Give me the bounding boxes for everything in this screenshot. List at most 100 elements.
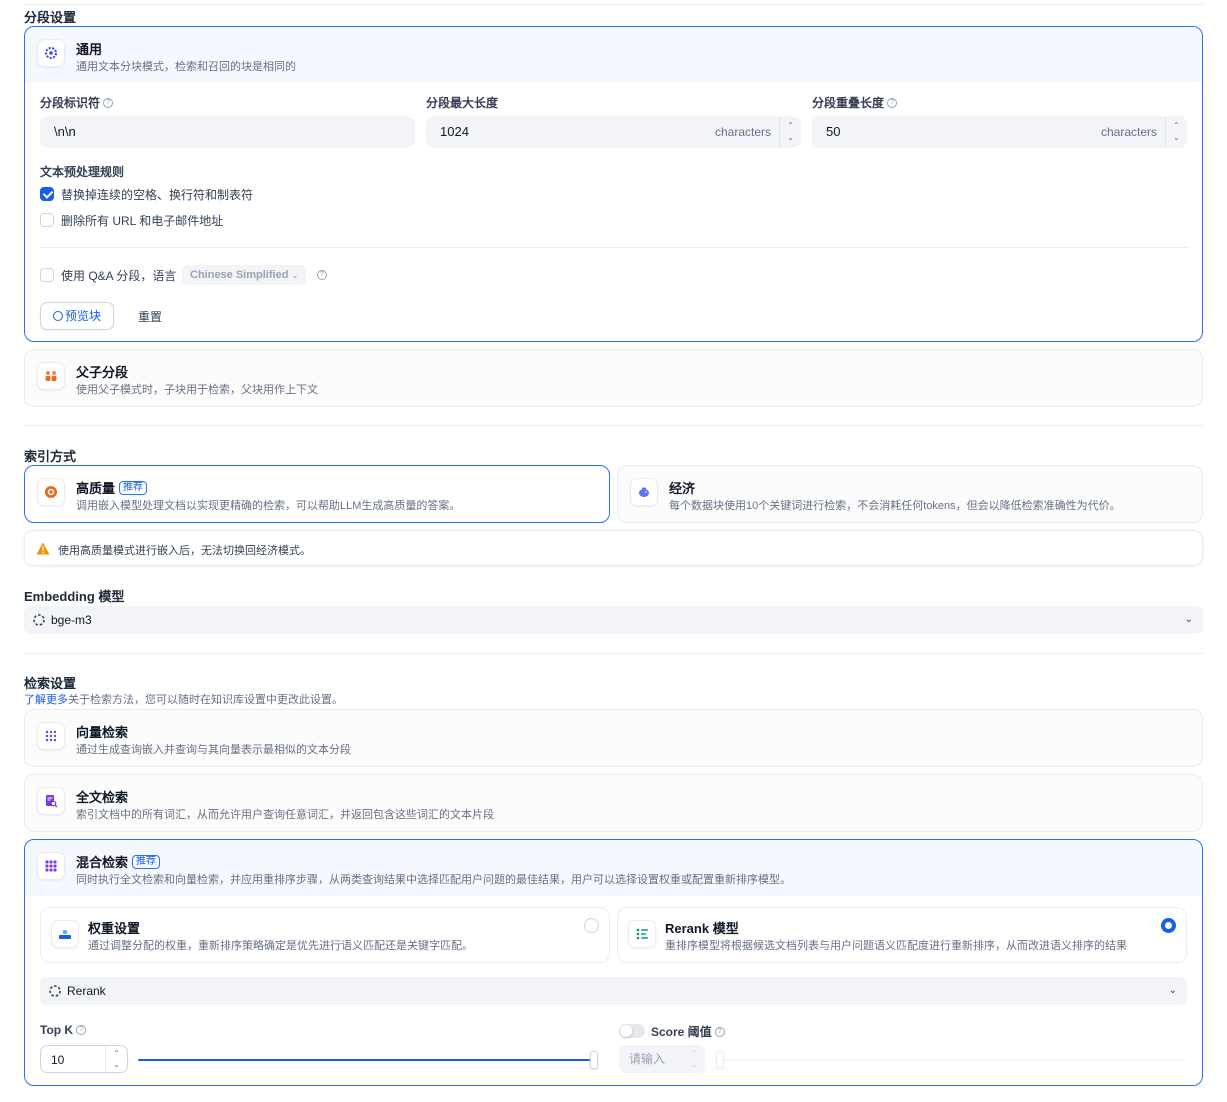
weight-radio[interactable]: [584, 918, 599, 933]
chevron-down-icon: ⌄: [1168, 985, 1177, 996]
general-desc: 通用文本分块模式，检索和召回的块是相同的: [76, 61, 296, 73]
high-quality-icon: [37, 478, 65, 506]
learn-more-link[interactable]: 了解更多: [24, 694, 68, 706]
hybrid-title: 混合检索 推荐: [76, 852, 161, 871]
score-slider[interactable]: [716, 1050, 1186, 1070]
embedding-label: Embedding 模型: [24, 589, 125, 604]
general-card-header: 通用 通用文本分块模式，检索和召回的块是相同的: [25, 27, 1202, 83]
vector-title: 向量检索: [76, 725, 129, 740]
chevron-down-icon: ⌄: [291, 271, 299, 280]
help-icon[interactable]: ?: [714, 1026, 725, 1037]
topk-input[interactable]: 10 ⌃ ⌄: [40, 1045, 128, 1073]
economy-card[interactable]: 经济 每个数据块使用10个关键词进行检索，不会消耗任何tokens，但会以降低检…: [617, 465, 1203, 523]
qa-checkbox[interactable]: [40, 268, 54, 282]
preview-button[interactable]: 预览块: [40, 302, 115, 330]
max-length-stepper[interactable]: ⌃ ⌄: [779, 116, 801, 148]
chevron-down-icon: ⌄: [1184, 614, 1193, 625]
economy-title: 经济: [669, 481, 696, 496]
gear-icon: [37, 39, 65, 67]
topk-stepper[interactable]: ⌃ ⌄: [105, 1046, 127, 1072]
replace-spaces-label: 替换掉连续的空格、换行符和制表符: [61, 188, 254, 202]
recommend-badge: 推荐: [132, 854, 161, 869]
piggy-bank-icon: [630, 478, 658, 506]
section-divider: [24, 425, 1203, 426]
rerank-title: Rerank 模型: [665, 921, 739, 936]
reset-button[interactable]: 重置: [138, 308, 162, 325]
overlap-input[interactable]: 50 characters ⌃ ⌄: [812, 116, 1187, 148]
hybrid-desc: 同时执行全文检索和向量检索，并应用重排序步骤，从两类查询结果中选择匹配用户问题的…: [76, 874, 791, 886]
remove-urls-label: 删除所有 URL 和电子邮件地址: [61, 214, 224, 228]
topk-slider-fill: [138, 1059, 590, 1061]
overlap-stepper[interactable]: ⌃ ⌄: [1165, 116, 1187, 148]
fulltext-search-card[interactable]: 全文检索 索引文档中的所有词汇，从而允许用户查询任意词汇，并返回包含这些词汇的文…: [24, 774, 1203, 832]
section-divider: [24, 653, 1203, 654]
qa-language-select[interactable]: Chinese Simplified ⌄: [182, 265, 307, 285]
index-section-title: 索引方式: [24, 449, 77, 464]
max-length-label: 分段最大长度: [426, 96, 499, 110]
rerank-model-option[interactable]: Rerank 模型 重排序模型将根据候选文档列表与用户问题语义匹配度进行重新排序…: [617, 907, 1187, 963]
score-threshold-input[interactable]: 请输入 ⌃ ⌄: [619, 1045, 705, 1073]
topk-slider-thumb[interactable]: [590, 1051, 598, 1069]
score-slider-track: [716, 1059, 1186, 1061]
recommend-badge: 推荐: [119, 480, 148, 495]
qa-label: 使用 Q&A 分段，语言: [61, 269, 177, 283]
help-icon[interactable]: ?: [887, 97, 898, 108]
document-search-icon: [37, 787, 65, 815]
weight-setting-option[interactable]: 权重设置 通过调整分配的权重，重新排序策略确定是优先进行语义匹配还是关键字匹配。: [40, 907, 610, 963]
parent-child-icon: [37, 362, 65, 390]
high-quality-desc: 调用嵌入模型处理文档以实现更精确的检索，可以帮助LLM生成高质量的答案。: [76, 500, 461, 512]
topk-label: Top K?: [40, 1023, 87, 1037]
hybrid-grid-icon: [37, 852, 65, 880]
fulltext-desc: 索引文档中的所有词汇，从而允许用户查询任意词汇，并返回包含这些词汇的文本片段: [76, 809, 494, 821]
high-quality-title: 高质量 推荐: [76, 478, 148, 497]
hybrid-search-card[interactable]: 混合检索 推荐 同时执行全文检索和向量检索，并应用重排序步骤，从两类查询结果中选择…: [24, 839, 1203, 1086]
parent-child-card[interactable]: 父子分段 使用父子模式时，子块用于检索，父块用作上下文: [24, 349, 1203, 407]
qa-divider: [40, 247, 1187, 248]
replace-spaces-checkbox[interactable]: [40, 187, 54, 201]
weight-desc: 通过调整分配的权重，重新排序策略确定是优先进行语义匹配还是关键字匹配。: [88, 940, 473, 952]
help-icon[interactable]: ?: [317, 270, 327, 280]
score-slider-thumb[interactable]: [716, 1051, 724, 1069]
score-stepper[interactable]: ⌃ ⌄: [683, 1045, 705, 1073]
overlap-label: 分段重叠长度?: [812, 94, 898, 111]
fulltext-title: 全文检索: [76, 790, 129, 805]
topk-slider[interactable]: [138, 1050, 598, 1070]
index-warning: 使用高质量模式进行嵌入后，无法切换回经济模式。: [24, 530, 1203, 566]
parent-child-title: 父子分段: [76, 365, 129, 380]
rerank-model-select[interactable]: Rerank ⌄: [40, 977, 1187, 1005]
overlap-unit: characters: [1100, 125, 1157, 139]
rerank-radio[interactable]: [1161, 918, 1176, 933]
vector-grid-icon: [37, 722, 65, 750]
max-length-unit: characters: [714, 125, 771, 139]
retrieval-section-title: 检索设置: [24, 676, 77, 691]
delimiter-label: 分段标识符?: [40, 94, 114, 111]
parent-child-desc: 使用父子模式时，子块用于检索，父块用作上下文: [76, 384, 318, 396]
model-icon: [49, 985, 61, 997]
score-threshold-label: Score 阈值?: [651, 1023, 725, 1040]
help-icon[interactable]: ?: [76, 1025, 87, 1035]
general-title: 通用: [76, 42, 103, 57]
warning-icon: [36, 542, 50, 555]
hybrid-card-header: 混合检索 推荐 同时执行全文检索和向量检索，并应用重排序步骤，从两类查询结果中选择…: [25, 840, 1202, 896]
rules-title: 文本预处理规则: [40, 165, 125, 179]
top-divider: [24, 4, 1203, 5]
weight-icon: [51, 920, 79, 948]
embedding-model-select[interactable]: bge-m3 ⌄: [24, 606, 1203, 634]
segment-section-title: 分段设置: [24, 10, 77, 25]
rerank-icon: [628, 920, 656, 948]
search-icon: [53, 311, 63, 321]
remove-urls-checkbox[interactable]: [40, 213, 54, 227]
score-threshold-toggle[interactable]: [619, 1024, 645, 1038]
rerank-desc: 重排序模型将根据候选文档列表与用户问题语义匹配度进行重新排序，从而改进语义排序的…: [665, 940, 1127, 952]
model-icon: [33, 614, 45, 626]
delimiter-input[interactable]: \n\n: [40, 116, 415, 148]
weight-title: 权重设置: [88, 921, 141, 936]
help-icon[interactable]: ?: [103, 97, 114, 108]
high-quality-card[interactable]: 高质量 推荐 调用嵌入模型处理文档以实现更精确的检索，可以帮助LLM生成高质量的答…: [24, 465, 610, 523]
max-length-input[interactable]: 1024 characters ⌃ ⌄: [426, 116, 801, 148]
warning-text: 使用高质量模式进行嵌入后，无法切换回经济模式。: [58, 545, 311, 557]
vector-search-card[interactable]: 向量检索 通过生成查询嵌入并查询与其向量表示最相似的文本分段: [24, 709, 1203, 767]
economy-desc: 每个数据块使用10个关键词进行检索，不会消耗任何tokens，但会以降低检索准确…: [669, 500, 1121, 512]
general-chunk-card[interactable]: 通用 通用文本分块模式，检索和召回的块是相同的 分段标识符? \n\n 分段最大…: [24, 26, 1203, 342]
retrieval-subtitle: 了解更多关于检索方法，您可以随时在知识库设置中更改此设置。: [24, 694, 343, 706]
